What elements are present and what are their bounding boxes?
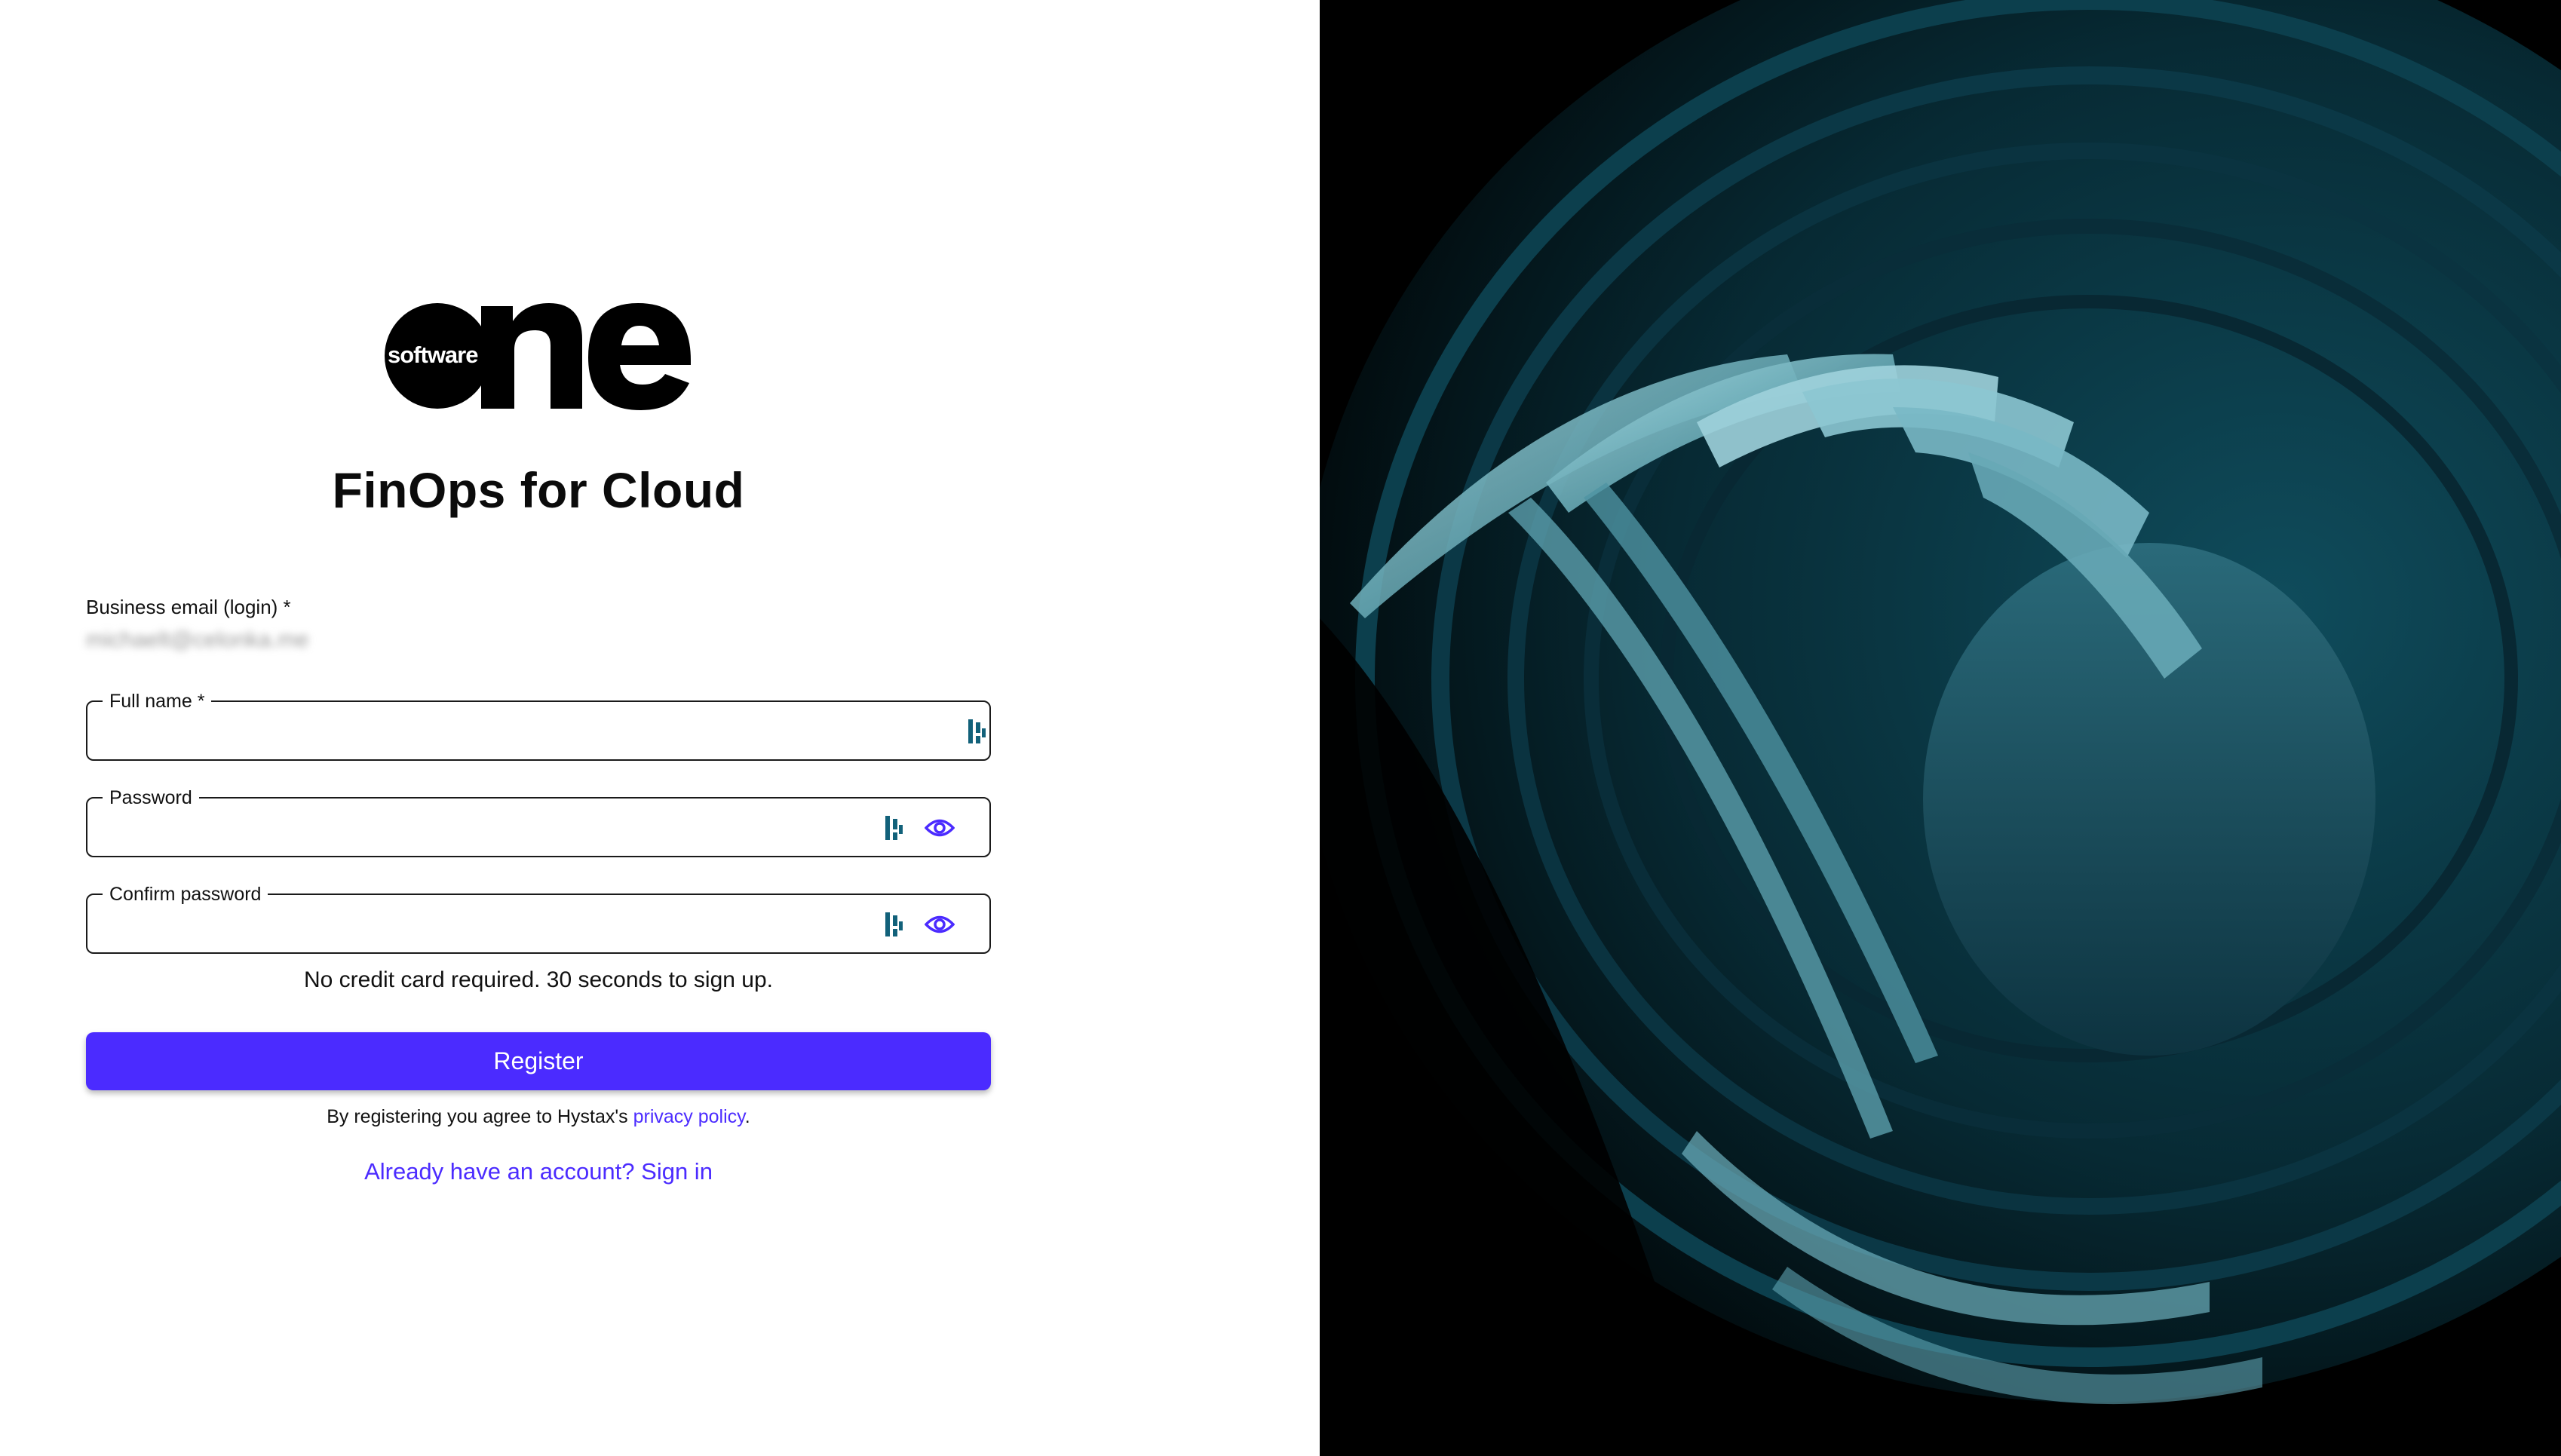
email-label-text: Business email (login) [86, 596, 278, 618]
register-button[interactable]: Register [86, 1032, 991, 1090]
password-label: Password [103, 786, 199, 809]
confirm-password-field[interactable]: Confirm password [86, 883, 991, 954]
bitwarden-icon[interactable] [884, 911, 903, 938]
agreement-suffix: . [744, 1106, 750, 1127]
email-value: michaelt@celonka.me [86, 627, 309, 652]
full-name-label-text: Full name [109, 691, 192, 712]
agreement-prefix: By registering you agree to Hystax's [327, 1106, 633, 1127]
privacy-policy-link[interactable]: privacy policy [633, 1106, 745, 1127]
password-input[interactable] [107, 809, 864, 847]
sign-in-link[interactable]: Already have an account? Sign in [86, 1158, 991, 1185]
full-name-label: Full name * [103, 690, 212, 713]
required-mark: * [192, 691, 205, 712]
full-name-field[interactable]: Full name * [86, 690, 991, 761]
password-field[interactable]: Password [86, 786, 991, 857]
confirm-password-label: Confirm password [103, 883, 268, 906]
confirm-password-input[interactable] [107, 906, 864, 943]
decorative-spiral-image [1320, 0, 2561, 1456]
app-title: FinOps for Cloud [332, 462, 745, 518]
full-name-input[interactable] [107, 713, 864, 750]
email-label: Business email (login) * [86, 596, 291, 619]
bitwarden-icon[interactable] [967, 718, 986, 745]
logo-software-text: software [388, 342, 478, 368]
bitwarden-icon[interactable] [884, 814, 903, 841]
signup-panel: software FinOps for Cloud Business email… [0, 0, 1320, 1456]
spiral-art [1320, 0, 2561, 1456]
show-confirm-password-eye-icon[interactable] [925, 912, 955, 937]
no-credit-card-hint: No credit card required. 30 seconds to s… [303, 967, 774, 992]
required-mark: * [278, 596, 291, 618]
softwareone-logo: software [385, 303, 691, 410]
show-password-eye-icon[interactable] [925, 815, 955, 841]
agreement-text: By registering you agree to Hystax's pri… [86, 1106, 991, 1128]
